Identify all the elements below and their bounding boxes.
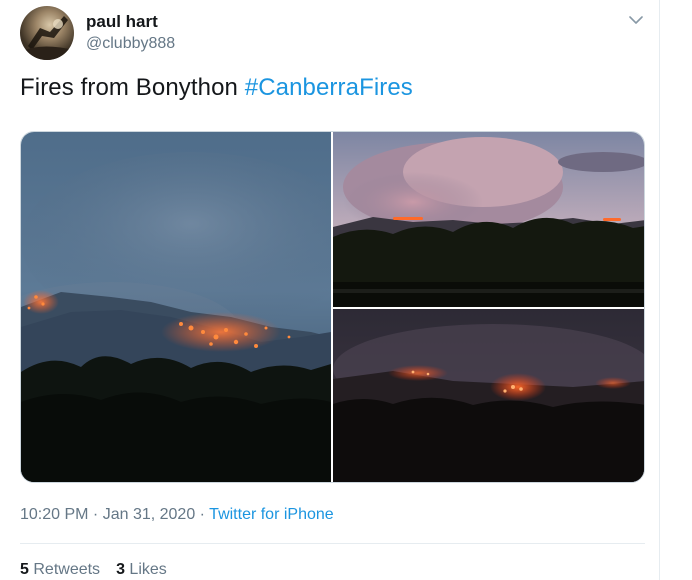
retweets-label: Retweets [33, 561, 101, 578]
author-handle[interactable]: @clubby888 [86, 35, 175, 53]
photo-3[interactable] [333, 309, 644, 482]
retweets-count: 5 [20, 561, 29, 578]
likes-stat[interactable]: 3 Likes [116, 561, 167, 579]
tweet-text: Fires from Bonython #CanberraFires [20, 74, 413, 102]
meta-separator: · [88, 506, 103, 523]
meta-separator-2: · [195, 506, 210, 523]
retweets-stat[interactable]: 5 Retweets [20, 561, 100, 579]
avatar-image [20, 16, 74, 60]
tweet-body: Fires from Bonython [20, 74, 238, 101]
chevron-down-icon [629, 16, 643, 24]
photo-1[interactable] [21, 132, 331, 482]
hashtag-link[interactable]: #CanberraFires [245, 74, 413, 101]
avatar[interactable] [20, 6, 74, 60]
divider [20, 543, 645, 544]
author-name[interactable]: paul hart [86, 12, 158, 32]
photo-2[interactable] [333, 132, 644, 307]
likes-label: Likes [129, 561, 167, 578]
likes-count: 3 [116, 561, 125, 578]
media-grid [20, 131, 645, 483]
tweet-card: paul hart @clubby888 Fires from Bonython… [0, 0, 660, 580]
tweet-source[interactable]: Twitter for iPhone [209, 506, 334, 523]
tweet-time[interactable]: 10:20 PM [20, 506, 88, 523]
tweet-stats: 5 Retweets 3 Likes [20, 561, 167, 579]
tweet-date[interactable]: Jan 31, 2020 [103, 506, 196, 523]
more-options-button[interactable] [626, 10, 646, 30]
tweet-meta: 10:20 PM · Jan 31, 2020 · Twitter for iP… [20, 506, 334, 524]
